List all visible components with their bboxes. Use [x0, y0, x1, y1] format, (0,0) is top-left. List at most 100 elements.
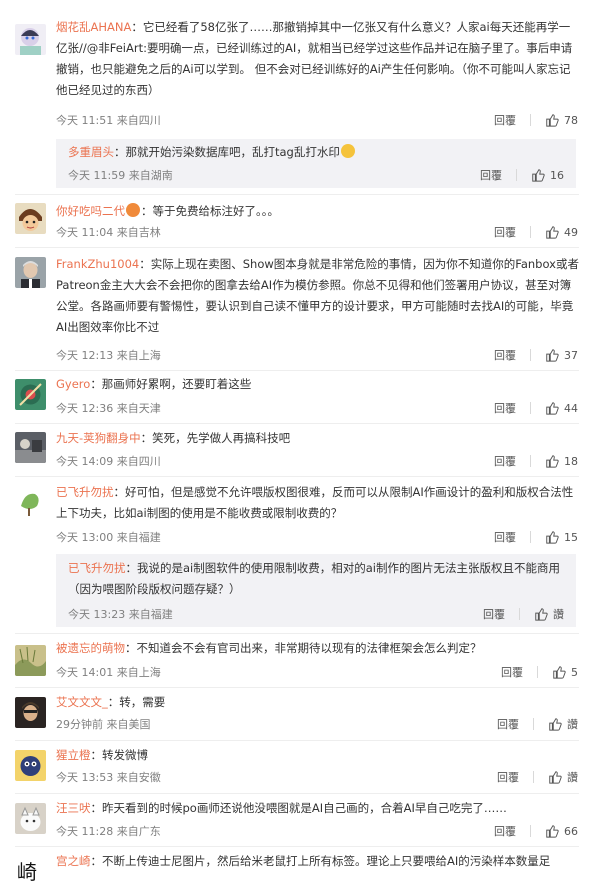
comment-content: ：不知道会不会有官司出来，非常期待以现有的法律框架会怎么判定？ — [125, 641, 482, 655]
thumbs-up-icon — [546, 402, 559, 415]
avatar[interactable] — [15, 257, 46, 288]
divider — [537, 666, 538, 678]
divider — [15, 846, 579, 847]
comment-username[interactable]: 九天-荚狗翻身中 — [56, 431, 141, 445]
comment-actions: 回覆 44 — [494, 400, 578, 416]
reply-button[interactable]: 回覆 — [494, 224, 516, 240]
comment-username[interactable]: 汪三吠 — [56, 801, 91, 815]
comment-username[interactable]: 艾文文文_ — [56, 695, 108, 709]
like-count: 16 — [550, 168, 564, 182]
avatar[interactable] — [15, 697, 46, 728]
avatar[interactable]: 崎 — [15, 857, 46, 888]
comment-actions: 回覆 15 — [494, 529, 578, 545]
avatar[interactable] — [15, 750, 46, 781]
divider — [519, 608, 520, 620]
comment-text: 宫之崎：不断上传迪士尼图片，然后给米老鼠打上所有标签。理论上只要喂给AI的污染样… — [56, 851, 580, 872]
comment-username[interactable]: 宫之崎 — [56, 854, 91, 868]
avatar[interactable] — [15, 432, 46, 463]
comment-username[interactable]: 被遗忘的萌物 — [56, 641, 125, 655]
divider — [15, 194, 579, 195]
avatar[interactable] — [15, 803, 46, 834]
reply-button[interactable]: 回覆 — [494, 823, 516, 839]
like-count: 讚 — [553, 608, 564, 621]
like-button[interactable]: 78 — [545, 113, 578, 127]
comment-actions: 回覆 49 — [494, 224, 578, 240]
comment-username[interactable]: FrankZhu1004 — [56, 257, 139, 271]
reply-actions: 回覆 讚 — [483, 606, 564, 622]
comment-username[interactable]: 猩立橙 — [56, 748, 91, 762]
reply-button[interactable]: 回覆 — [494, 112, 516, 128]
divider — [533, 718, 534, 730]
reply-button[interactable]: 回覆 — [494, 453, 516, 469]
like-count: 49 — [564, 225, 578, 239]
thumbs-up-icon — [546, 825, 559, 838]
like-button[interactable]: 讚 — [548, 769, 578, 785]
comment-text: 烟花乱AHANA：它已经看了58亿张了……那撤销掉其中一亿张又有什么意义？人家a… — [56, 17, 580, 101]
avatar[interactable] — [15, 379, 46, 410]
like-button[interactable]: 16 — [531, 168, 564, 182]
comment-meta: 今天 12:13 来自上海 — [56, 349, 161, 362]
like-count: 讚 — [567, 771, 578, 784]
like-count: 5 — [571, 665, 578, 679]
reply-button[interactable]: 回覆 — [494, 529, 516, 545]
fire-emoji-icon — [126, 203, 140, 217]
like-button[interactable]: 讚 — [534, 606, 564, 622]
like-button[interactable]: 66 — [545, 824, 578, 838]
reply-button[interactable]: 回覆 — [497, 716, 519, 732]
reply-button[interactable]: 回覆 — [494, 347, 516, 363]
like-button[interactable]: 5 — [552, 665, 578, 679]
avatar[interactable] — [15, 24, 46, 55]
divider — [530, 114, 531, 126]
avatar[interactable] — [15, 486, 46, 517]
like-button[interactable]: 37 — [545, 348, 578, 362]
reply-button[interactable]: 回覆 — [494, 400, 516, 416]
like-button[interactable]: 49 — [545, 225, 578, 239]
divider — [530, 825, 531, 837]
like-button[interactable]: 15 — [545, 530, 578, 544]
reply-actions: 回覆 16 — [480, 167, 564, 183]
divider — [15, 247, 579, 248]
comment-meta: 今天 12:36 来自天津 — [56, 402, 161, 415]
comment-meta: 今天 14:01 来自上海 — [56, 666, 161, 679]
divider — [15, 740, 579, 741]
reply-button[interactable]: 回覆 — [501, 664, 523, 680]
comment-username[interactable]: 烟花乱AHANA — [56, 20, 131, 34]
reply-button[interactable]: 回覆 — [497, 769, 519, 785]
comment-actions: 回覆 66 — [494, 823, 578, 839]
like-button[interactable]: 18 — [545, 454, 578, 468]
reply-username[interactable]: 已飞升勿扰 — [68, 561, 126, 575]
comment-text: 猩立橙：转发微博 — [56, 745, 580, 766]
reply-box: 多重眉头：那就开始污染数据库吧，乱打tag乱打水印 今天 11:59 来自湖南 … — [56, 139, 576, 188]
comment-actions: 回覆 讚 — [497, 716, 578, 732]
divider — [530, 402, 531, 414]
divider — [516, 169, 517, 181]
divider — [530, 455, 531, 467]
comment-meta: 今天 13:53 来自安徽 — [56, 771, 161, 784]
like-count: 78 — [564, 113, 578, 127]
comment-meta: 今天 11:51 来自四川 — [56, 114, 161, 127]
divider — [15, 633, 579, 634]
reply-text: 多重眉头：那就开始污染数据库吧，乱打tag乱打水印 — [68, 142, 568, 163]
reply-button[interactable]: 回覆 — [483, 606, 505, 622]
thumbs-up-icon — [535, 608, 548, 621]
like-count: 讚 — [567, 718, 578, 731]
comment-text: 你好吃吗二代 ：等于免费给标注好了。。。 — [56, 201, 580, 222]
comment-actions: 回覆 78 — [494, 112, 578, 128]
like-button[interactable]: 44 — [545, 401, 578, 415]
comment-text: 被遗忘的萌物：不知道会不会有官司出来，非常期待以现有的法律框架会怎么判定？ — [56, 638, 580, 659]
comment-username[interactable]: Gyero — [56, 377, 90, 391]
thumbs-up-icon — [546, 114, 559, 127]
avatar[interactable] — [15, 203, 46, 234]
like-button[interactable]: 讚 — [548, 716, 578, 732]
like-count: 15 — [564, 530, 578, 544]
reply-username[interactable]: 多重眉头 — [68, 145, 114, 159]
comment-username[interactable]: 你好吃吗二代 — [56, 204, 125, 218]
reply-button[interactable]: 回覆 — [480, 167, 502, 183]
reply-meta: 今天 11:59 来自湖南 — [68, 169, 173, 182]
comment-text: 已飞升勿扰：好可怕，但是感觉不允许喂版权图很难，反而可以从限制AI作画设计的盈利… — [56, 482, 580, 524]
comment-meta: 29分钟前 来自美国 — [56, 718, 151, 731]
comment-content: ：那画师好累啊，还要盯着这些 — [90, 377, 252, 391]
comment-username[interactable]: 已飞升勿扰 — [56, 485, 114, 499]
divider — [15, 793, 579, 794]
avatar[interactable] — [15, 645, 46, 676]
